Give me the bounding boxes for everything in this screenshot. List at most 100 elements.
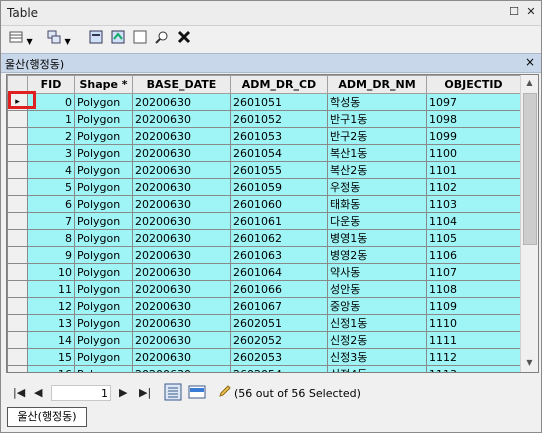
cell-objectid[interactable]: 1098 [426,110,521,128]
cell-shape[interactable]: Polygon [74,263,133,281]
row-selector[interactable] [7,195,28,213]
row-selector[interactable] [7,280,28,298]
cell-adm-dr-nm[interactable]: 반구1동 [327,110,427,128]
cell-base-date[interactable]: 20200630 [132,161,231,179]
row-selector[interactable] [7,365,28,372]
column-header-adm-dr-cd[interactable]: ADM_DR_CD [230,75,328,94]
cell-base-date[interactable]: 20200630 [132,144,231,162]
cell-objectid[interactable]: 1101 [426,161,521,179]
cell-adm-dr-nm[interactable]: 신정3동 [327,348,427,366]
row-selector[interactable] [7,314,28,332]
row-selector[interactable] [7,297,28,315]
cell-objectid[interactable]: 1097 [426,93,521,111]
row-selector[interactable] [7,263,28,281]
cell-adm-dr-cd[interactable]: 2601066 [230,280,328,298]
cell-fid[interactable]: 9 [27,246,75,264]
cell-fid[interactable]: 16 [27,365,75,372]
switch-selection-button[interactable] [111,30,125,48]
vertical-scrollbar[interactable]: ▲ ▼ [520,75,538,372]
cell-base-date[interactable]: 20200630 [132,127,231,145]
column-header-base-date[interactable]: BASE_DATE [132,75,231,94]
record-number-input[interactable]: 1 [51,385,111,401]
cell-objectid[interactable]: 1107 [426,263,521,281]
table-row[interactable]: 7 Polygon 20200630 2601061 다운동 1104 [7,212,521,230]
row-selector[interactable] [7,144,28,162]
cell-adm-dr-nm[interactable]: 태화동 [327,195,427,213]
cell-base-date[interactable]: 20200630 [132,263,231,281]
clear-selection-button[interactable] [133,30,147,48]
cell-base-date[interactable]: 20200630 [132,297,231,315]
cell-adm-dr-nm[interactable]: 신정1동 [327,314,427,332]
related-tables-button[interactable]: ▼ [47,30,71,48]
cell-objectid[interactable]: 1099 [426,127,521,145]
cell-objectid[interactable]: 1109 [426,297,521,315]
cell-adm-dr-cd[interactable]: 2601062 [230,229,328,247]
column-header-shape[interactable]: Shape * [74,75,133,94]
row-selector[interactable] [7,331,28,349]
table-row[interactable]: 8 Polygon 20200630 2601062 병영1동 1105 [7,229,521,247]
first-record-icon[interactable]: |◀ [13,386,25,399]
cell-objectid[interactable]: 1100 [426,144,521,162]
table-row[interactable]: 9 Polygon 20200630 2601063 병영2동 1106 [7,246,521,264]
cell-fid[interactable]: 10 [27,263,75,281]
cell-base-date[interactable]: 20200630 [132,246,231,264]
cell-base-date[interactable]: 20200630 [132,280,231,298]
table-row[interactable]: ▸ 0 Polygon 20200630 2601051 학성동 1097 [7,93,521,111]
cell-base-date[interactable]: 20200630 [132,110,231,128]
cell-adm-dr-cd[interactable]: 2601059 [230,178,328,196]
cell-objectid[interactable]: 1103 [426,195,521,213]
cell-adm-dr-nm[interactable]: 복산1동 [327,144,427,162]
table-row[interactable]: 3 Polygon 20200630 2601054 복산1동 1100 [7,144,521,162]
cell-adm-dr-nm[interactable]: 성안동 [327,280,427,298]
cell-base-date[interactable]: 20200630 [132,195,231,213]
cell-objectid[interactable]: 1112 [426,348,521,366]
attribute-table[interactable]: FID Shape * BASE_DATE ADM_DR_CD ADM_DR_N… [6,74,539,373]
delete-selected-button[interactable] [177,30,191,48]
cell-fid[interactable]: 6 [27,195,75,213]
cell-fid[interactable]: 4 [27,161,75,179]
cell-adm-dr-nm[interactable]: 학성동 [327,93,427,111]
close-tab-button[interactable]: × [525,55,535,69]
cell-adm-dr-nm[interactable]: 신정2동 [327,331,427,349]
cell-fid[interactable]: 12 [27,297,75,315]
table-row[interactable]: 6 Polygon 20200630 2601060 태화동 1103 [7,195,521,213]
cell-adm-dr-nm[interactable]: 우정동 [327,178,427,196]
cell-shape[interactable]: Polygon [74,161,133,179]
restore-button[interactable]: ☐ [507,5,521,19]
cell-adm-dr-cd[interactable]: 2602053 [230,348,328,366]
cell-adm-dr-cd[interactable]: 2601054 [230,144,328,162]
scroll-down-icon[interactable]: ▼ [521,355,538,371]
cell-shape[interactable]: Polygon [74,110,133,128]
cell-shape[interactable]: Polygon [74,93,133,111]
show-selected-records-button[interactable] [188,383,206,404]
cell-adm-dr-nm[interactable]: 신정4동 [327,365,427,372]
table-options-button[interactable]: ▼ [9,30,33,48]
zoom-to-selected-button[interactable] [155,30,169,48]
cell-base-date[interactable]: 20200630 [132,331,231,349]
cell-objectid[interactable]: 1113 [426,365,521,372]
cell-shape[interactable]: Polygon [74,331,133,349]
row-selector[interactable] [7,229,28,247]
next-record-icon[interactable]: ▶ [119,386,127,399]
row-selector[interactable] [7,110,28,128]
cell-adm-dr-cd[interactable]: 2601064 [230,263,328,281]
cell-base-date[interactable]: 20200630 [132,314,231,332]
cell-adm-dr-cd[interactable]: 2602051 [230,314,328,332]
cell-adm-dr-cd[interactable]: 2601053 [230,127,328,145]
cell-adm-dr-nm[interactable]: 중앙동 [327,297,427,315]
cell-objectid[interactable]: 1102 [426,178,521,196]
row-selector[interactable] [7,161,28,179]
cell-adm-dr-cd[interactable]: 2602054 [230,365,328,372]
cell-adm-dr-cd[interactable]: 2601060 [230,195,328,213]
table-row[interactable]: 16Polygon202006302602054신정4동1113 [7,365,521,372]
cell-base-date[interactable]: 20200630 [132,178,231,196]
cell-fid[interactable]: 5 [27,178,75,196]
cell-shape[interactable]: Polygon [74,229,133,247]
cell-fid[interactable]: 2 [27,127,75,145]
cell-adm-dr-cd[interactable]: 2601067 [230,297,328,315]
cell-objectid[interactable]: 1105 [426,229,521,247]
cell-shape[interactable]: Polygon [74,195,133,213]
column-header-adm-dr-nm[interactable]: ADM_DR_NM [327,75,427,94]
scroll-up-icon[interactable]: ▲ [521,75,538,91]
cell-objectid[interactable]: 1111 [426,331,521,349]
